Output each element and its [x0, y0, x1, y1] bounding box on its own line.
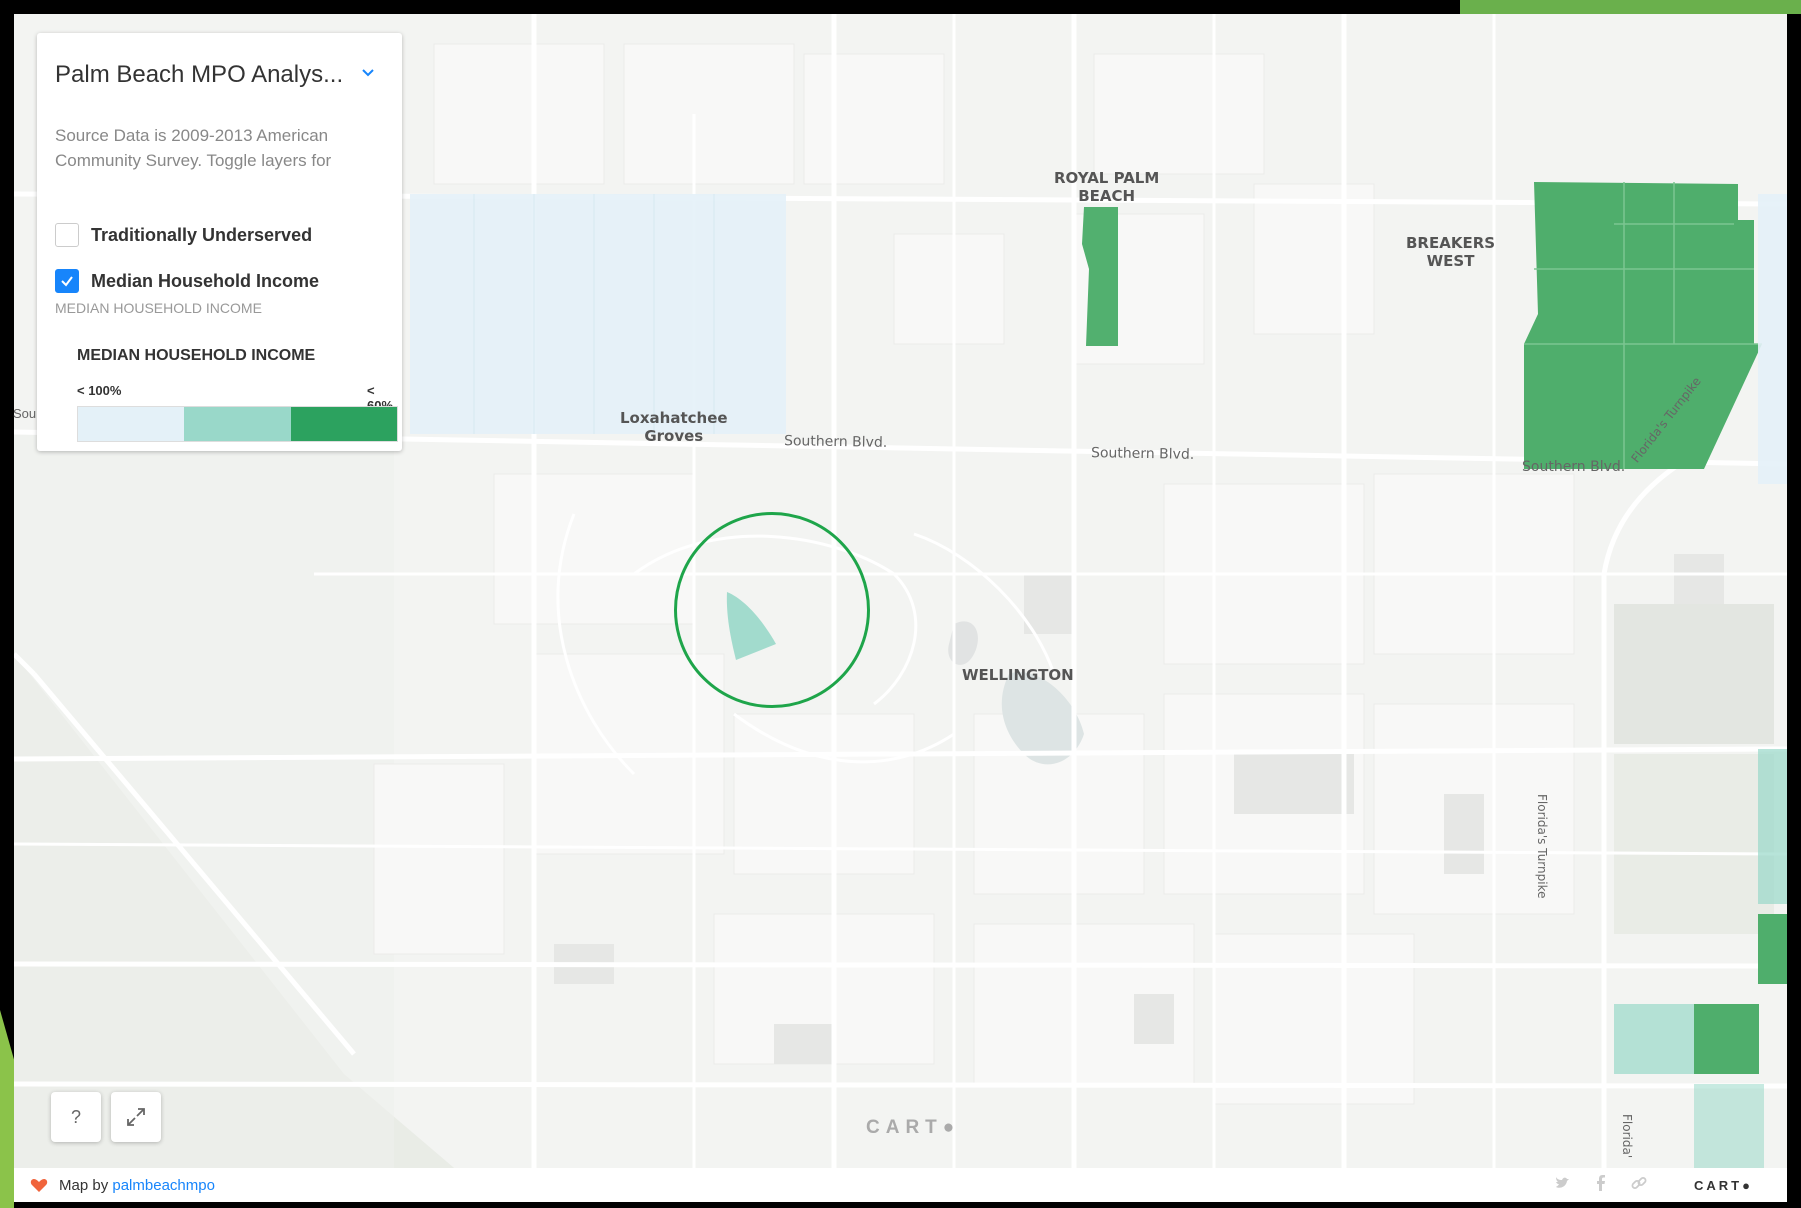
legend-title: MEDIAN HOUSEHOLD INCOME	[77, 347, 316, 364]
layer-toggle-traditionally-underserved[interactable]: Traditionally Underserved	[55, 223, 312, 247]
panel-description: Source Data is 2009-2013 American Commun…	[55, 126, 332, 170]
layer-label: Traditionally Underserved	[91, 224, 313, 245]
checkbox-checked[interactable]	[55, 269, 79, 293]
legend-caption: MEDIAN HOUSEHOLD INCOME	[55, 300, 262, 316]
checkmark-icon	[61, 276, 73, 287]
road-label-southern-blvd: Southern Blvd.	[1090, 445, 1195, 463]
income-tract-dark	[1694, 1004, 1759, 1074]
place-label-breakers-west: BREAKERS WEST	[1406, 234, 1496, 270]
income-tract-light	[1758, 194, 1787, 484]
chevron-down-icon[interactable]	[359, 63, 377, 81]
legend-color-ramp	[77, 406, 398, 442]
place-label-royal-palm-beach: ROYAL PALM BEACH	[1054, 169, 1160, 205]
decorative-green-bar	[1460, 0, 1801, 14]
place-label-wellington: WELLINGTON	[962, 666, 1074, 684]
legend-swatch-dark	[290, 407, 397, 441]
layer-label: Median Household Income	[91, 270, 320, 291]
legend-low-label: < 100%	[77, 383, 122, 398]
income-tract-mid	[1758, 749, 1787, 904]
credit-link[interactable]: palmbeachmpo	[112, 1177, 215, 1194]
legend-panel: Palm Beach MPO Analys... Source Data is …	[37, 33, 402, 451]
heart-icon	[30, 1178, 48, 1192]
map-footer: Map by palmbeachmpo CART●	[14, 1168, 1787, 1202]
credit-prefix: Map by	[59, 1177, 109, 1194]
twitter-icon[interactable]	[1554, 1174, 1572, 1192]
link-icon[interactable]	[1630, 1174, 1648, 1192]
legend-swatch-mid	[184, 407, 291, 441]
map-credit: Map by palmbeachmpo	[59, 1177, 215, 1194]
income-tract-mid	[1614, 1004, 1694, 1074]
income-tract-dark	[1758, 914, 1787, 984]
carto-watermark: CART●	[866, 1117, 961, 1138]
fullscreen-button[interactable]	[111, 1092, 161, 1142]
place-label-loxahatchee-groves: Loxahatchee Groves	[620, 409, 728, 445]
road-label-floridas-turnpike: Florida'	[1620, 1114, 1634, 1159]
edge-road-label: Sou	[13, 406, 37, 421]
checkbox-unchecked[interactable]	[55, 223, 79, 247]
panel-title[interactable]: Palm Beach MPO Analys...	[55, 61, 343, 89]
highlight-circle-annotation	[674, 512, 870, 708]
income-tract-mid	[1694, 1084, 1764, 1174]
layer-toggle-median-household-income[interactable]: Median Household Income	[55, 269, 319, 293]
road-label-floridas-turnpike: Florida's Turnpike	[1535, 794, 1549, 899]
carto-brand[interactable]: CART●	[1694, 1178, 1753, 1193]
legend-swatch-light	[78, 407, 185, 441]
road-label-southern-blvd: Southern Blvd.	[783, 433, 888, 451]
facebook-icon[interactable]	[1592, 1174, 1610, 1192]
income-tract-light	[410, 194, 786, 434]
share-icons	[1554, 1174, 1648, 1192]
expand-icon	[127, 1108, 145, 1126]
help-button[interactable]: ?	[51, 1092, 101, 1142]
road-label-southern-blvd: Southern Blvd.	[1522, 459, 1626, 475]
